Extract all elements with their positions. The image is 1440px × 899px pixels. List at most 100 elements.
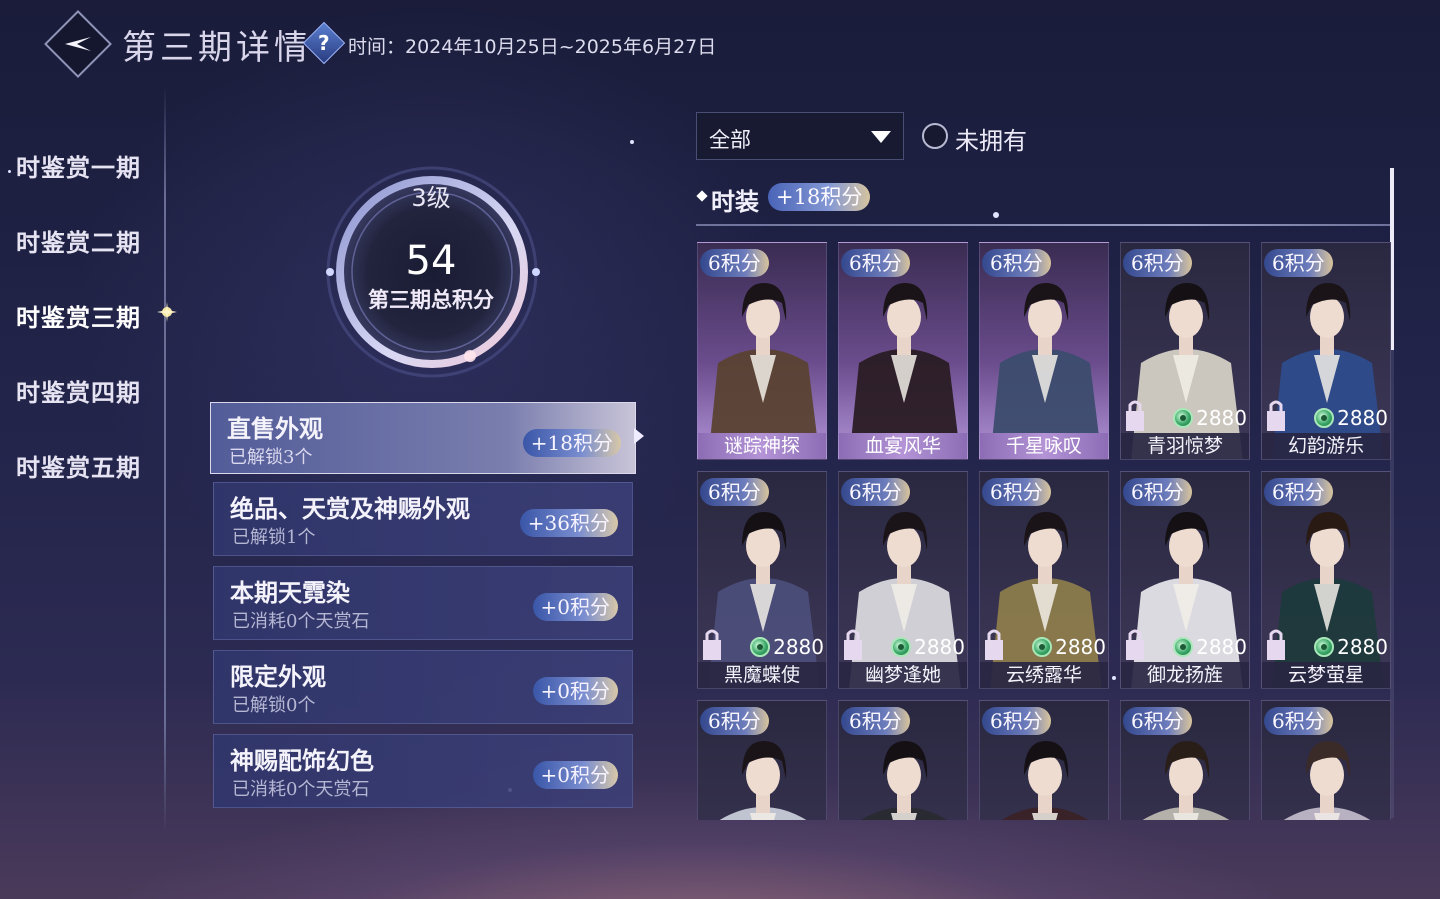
price-amount: 2880 [914, 635, 965, 659]
filter-selected-value: 全部 [709, 128, 751, 152]
outfit-card[interactable]: 6积分 [1120, 700, 1250, 820]
period-time: 时间：2024年10月25日~2025年6月27日 [348, 36, 717, 58]
jade-currency-icon [1314, 637, 1335, 657]
jade-currency-icon [891, 637, 912, 657]
outfit-card[interactable]: 6积分 2880 幽梦逢她 [838, 471, 968, 689]
outfit-card[interactable]: 6积分 2880 黑魔蝶使 [697, 471, 827, 689]
back-arrow-icon [65, 37, 91, 51]
outfit-points-badge: 6积分 [1123, 249, 1192, 277]
price-amount: 2880 [1337, 406, 1388, 430]
outfit-points-badge: 6积分 [982, 707, 1051, 735]
outfit-card[interactable]: 6积分 [1261, 700, 1391, 820]
category-subtitle: 已解锁0个 [232, 695, 316, 716]
outfit-points-badge: 6积分 [841, 478, 910, 506]
outfit-name: 御龙扬旌 [1121, 662, 1249, 688]
outfit-name: 幻韵游乐 [1262, 433, 1390, 459]
outfit-card[interactable]: 6积分 [838, 700, 968, 820]
price-amount: 2880 [1055, 635, 1106, 659]
nav-item-period-2[interactable]: 时鉴赏二期 [16, 223, 141, 258]
jade-currency-icon [750, 637, 771, 657]
category-subtitle: 已消耗0个天赏石 [232, 611, 370, 632]
price-amount: 2880 [773, 635, 824, 659]
outfit-name: 谜踪神探 [698, 433, 826, 459]
outfit-points-badge: 6积分 [1123, 707, 1192, 735]
jade-currency-icon [1032, 637, 1053, 657]
chevron-down-icon [871, 131, 891, 143]
price-amount: 2880 [1196, 406, 1247, 430]
category-dye[interactable]: 本期天霓染 已消耗0个天赏石 +0积分 [213, 566, 633, 640]
category-direct-sale[interactable]: 直售外观 已解锁3个 +18积分 [210, 402, 636, 474]
nav-divider [164, 85, 166, 835]
outfit-points-badge: 6积分 [1264, 478, 1333, 506]
category-points-badge: +0积分 [532, 761, 618, 789]
outfit-card[interactable]: 6积分 [979, 700, 1109, 820]
outfit-card[interactable]: 6积分 2880 云绣露华 [979, 471, 1109, 689]
outfit-grid: 6积分 谜踪神探 6积分 血宴风华 6积分 千星咏叹 6积分 2880 青羽惊梦 6积分 2880 幻… [696, 238, 1396, 820]
section-bullet-icon [696, 190, 708, 202]
outfit-price: 2880 [1032, 634, 1106, 660]
outfit-card[interactable]: 6积分 2880 云梦萤星 [1261, 471, 1391, 689]
outfit-points-badge: 6积分 [982, 249, 1051, 277]
lock-icon [985, 629, 1003, 660]
category-points-badge: +18积分 [522, 429, 621, 457]
price-amount: 2880 [1337, 635, 1388, 659]
outfit-card[interactable]: 6积分 2880 幻韵游乐 [1261, 242, 1391, 460]
outfit-points-badge: 6积分 [700, 707, 769, 735]
outfit-price: 2880 [891, 634, 965, 660]
star-decoration [8, 170, 11, 173]
filter-dropdown[interactable]: 全部 [696, 112, 904, 160]
outfit-points-badge: 6积分 [982, 478, 1051, 506]
page-title: 第三期详情 [122, 28, 312, 68]
level-label: 3级 [411, 184, 451, 212]
outfit-name: 黑魔蝶使 [698, 662, 826, 688]
outfit-card[interactable]: 6积分 血宴风华 [838, 242, 968, 460]
outfit-price: 2880 [750, 634, 824, 660]
question-icon: ? [318, 30, 330, 55]
outfit-price: 2880 [1314, 634, 1388, 660]
star-decoration [993, 212, 999, 218]
nav-item-period-4[interactable]: 时鉴赏四期 [16, 373, 141, 408]
category-title: 限定外观 [230, 662, 326, 691]
outfit-card[interactable]: 6积分 2880 青羽惊梦 [1120, 242, 1250, 460]
category-subtitle: 已解锁1个 [232, 527, 316, 548]
lock-icon [1126, 629, 1144, 660]
category-premium[interactable]: 绝品、天赏及神赐外观 已解锁1个 +36积分 [213, 482, 633, 556]
lock-icon [844, 629, 862, 660]
outfit-name: 千星咏叹 [980, 433, 1108, 459]
outfit-price: 2880 [1314, 405, 1388, 431]
lock-icon [1126, 400, 1144, 431]
star-decoration [630, 140, 634, 144]
total-score: 54 [405, 238, 457, 284]
outfit-name: 云绣露华 [980, 662, 1108, 688]
nav-item-period-5[interactable]: 时鉴赏五期 [16, 448, 141, 483]
total-score-caption: 第三期总积分 [368, 287, 494, 312]
outfit-points-badge: 6积分 [700, 249, 769, 277]
not-owned-radio[interactable] [922, 123, 948, 149]
category-accessory-color[interactable]: 神赐配饰幻色 已消耗0个天赏石 +0积分 [213, 734, 633, 808]
section-points-badge: +18积分 [768, 183, 871, 211]
lock-icon [1267, 400, 1285, 431]
back-button[interactable] [44, 10, 112, 78]
jade-currency-icon [1314, 408, 1335, 428]
active-category-arrow-icon [634, 428, 644, 444]
price-amount: 2880 [1196, 635, 1247, 659]
lock-icon [703, 629, 721, 660]
not-owned-label[interactable]: 未拥有 [955, 121, 1027, 156]
outfit-card[interactable]: 6积分 [697, 700, 827, 820]
outfit-name: 云梦萤星 [1262, 662, 1390, 688]
category-title: 本期天霓染 [230, 578, 350, 607]
category-limited[interactable]: 限定外观 已解锁0个 +0积分 [213, 650, 633, 724]
nav-item-period-3[interactable]: 时鉴赏三期 [16, 298, 141, 333]
outfit-price: 2880 [1173, 405, 1247, 431]
outfit-price: 2880 [1173, 634, 1247, 660]
category-subtitle: 已消耗0个天赏石 [232, 779, 370, 800]
nav-item-period-1[interactable]: 时鉴赏一期 [16, 148, 141, 183]
outfit-points-badge: 6积分 [1264, 707, 1333, 735]
outfit-card[interactable]: 6积分谜踪神探 [697, 242, 827, 460]
outfit-card[interactable]: 6积分千星咏叹 [979, 242, 1109, 460]
outfit-points-badge: 6积分 [700, 478, 769, 506]
section-divider [696, 224, 1390, 226]
category-title: 绝品、天赏及神赐外观 [230, 494, 470, 523]
category-points-badge: +0积分 [532, 593, 618, 621]
outfit-card[interactable]: 6积分 2880 御龙扬旌 [1120, 471, 1250, 689]
